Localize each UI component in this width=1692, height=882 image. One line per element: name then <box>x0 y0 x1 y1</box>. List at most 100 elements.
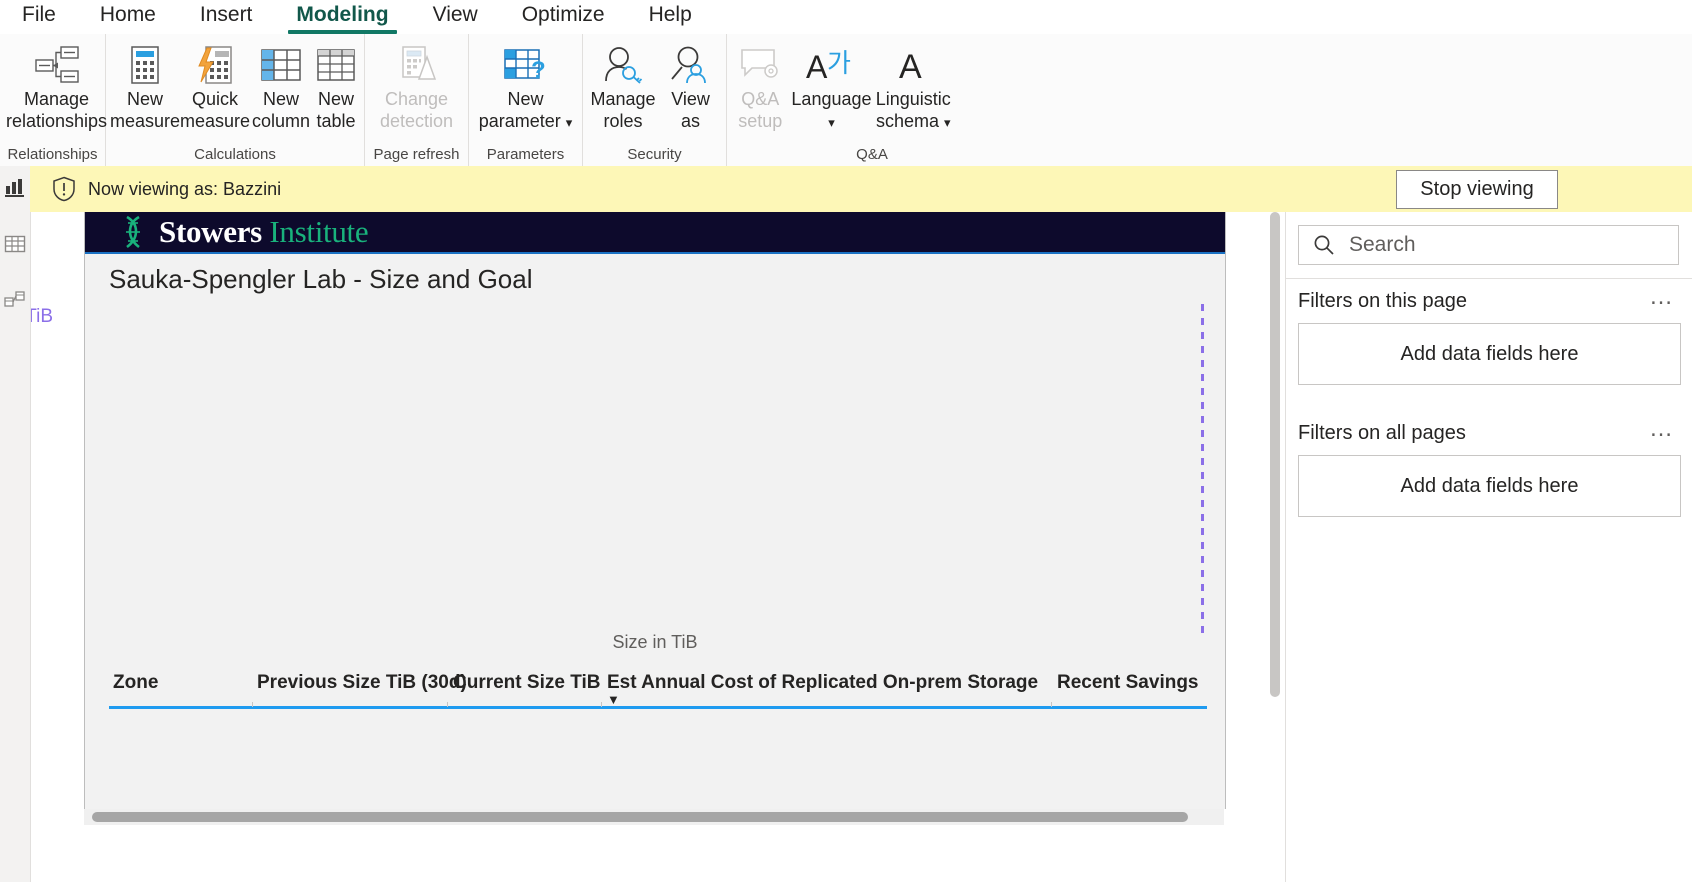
linguistic-schema-button[interactable]: A Linguistic schema ▾ <box>874 40 953 132</box>
manage-relationships-icon <box>34 42 79 88</box>
chevron-down-icon[interactable]: ▾ <box>566 115 573 130</box>
ribbon-tab-help[interactable]: Help <box>627 0 714 34</box>
new-table-button[interactable]: New table <box>312 40 360 132</box>
canvas-horizontal-scrollbar-thumb[interactable] <box>92 812 1188 822</box>
sidebar-item-report-view[interactable] <box>3 176 27 200</box>
qna-setup-label-line2: setup <box>738 111 783 131</box>
manage-roles-icon <box>602 42 644 88</box>
view-as-label-line1: View <box>671 89 710 109</box>
new-measure-button[interactable]: New measure <box>110 40 180 132</box>
report-brand-text: Stowers Institute <box>159 214 369 250</box>
stop-viewing-button[interactable]: Stop viewing <box>1396 170 1558 209</box>
new-parameter-label-line2-text: parameter <box>478 111 561 131</box>
table-column-header-current-size[interactable]: Current Size TiB <box>453 664 600 694</box>
table-column-header-zone[interactable]: Zone <box>113 664 158 694</box>
new-measure-label-line2: measure <box>109 111 181 131</box>
svg-text:A: A <box>806 49 828 84</box>
view-as-warning-text: Now viewing as: Bazzini <box>88 178 282 199</box>
page-title: Sauka-Spengler Lab - Size and Goal <box>109 264 533 294</box>
left-navigation-bar <box>0 166 31 882</box>
svg-text:A: A <box>899 48 922 84</box>
sort-descending-icon[interactable]: ▼ <box>607 693 1038 706</box>
filters-on-all-pages-dropzone[interactable]: Add data fields here <box>1298 455 1681 517</box>
column-divider[interactable] <box>252 702 253 707</box>
table-column-header-previous-size[interactable]: Previous Size TiB (30d) <box>257 664 467 694</box>
new-parameter-label-line2: parameter ▾ <box>479 110 573 132</box>
ribbon-tab-optimize[interactable]: Optimize <box>500 0 627 34</box>
ribbon-group-label-page-refresh: Page refresh <box>373 146 460 163</box>
dna-helix-icon <box>119 215 149 249</box>
search-icon <box>1313 234 1335 256</box>
qna-setup-icon <box>740 42 780 88</box>
new-column-label-line1: New <box>263 89 300 109</box>
change-detection-label-line2: detection <box>379 111 454 131</box>
filters-on-this-page-header: Filters on this page … <box>1298 279 1681 323</box>
canvas-vertical-scrollbar[interactable] <box>1268 212 1282 882</box>
change-detection-icon <box>397 42 437 88</box>
new-measure-icon <box>131 42 159 88</box>
ribbon-body: Manage relationships Relationships New m… <box>0 34 1692 167</box>
more-options-icon[interactable]: … <box>1643 417 1681 446</box>
new-table-label-line1: New <box>318 89 355 109</box>
report-canvas-area: Stowers Institute Sauka-Spengler Lab - S… <box>31 212 1284 882</box>
chevron-down-icon[interactable]: ▾ <box>944 115 951 130</box>
search-input[interactable]: Search <box>1298 225 1679 265</box>
qna-setup-button[interactable]: Q&A setup <box>731 40 789 132</box>
linguistic-schema-label-line1: Linguistic <box>875 89 951 109</box>
new-table-icon <box>317 42 355 88</box>
chevron-down-icon[interactable]: ▾ <box>828 115 835 130</box>
table-column-header-est-annual-cost[interactable]: Est Annual Cost of Replicated On-prem St… <box>607 664 1038 706</box>
new-column-label-line2: column <box>252 111 311 131</box>
svg-text:가: 가 <box>827 49 851 79</box>
ribbon-group-qna: Q&A setup A 가 Language ▾ A Linguistic sc… <box>727 34 957 166</box>
linguistic-schema-label-line2-text: schema <box>875 111 939 131</box>
bar-chart-icon <box>5 179 24 197</box>
canvas-horizontal-scrollbar[interactable] <box>84 809 1224 825</box>
sidebar-item-data-view[interactable] <box>3 232 27 256</box>
table-header-row: Zone Previous Size TiB (30d) Current Siz… <box>109 664 1207 709</box>
new-parameter-button[interactable]: ? New parameter ▾ <box>473 40 578 132</box>
ribbon-group-label-relationships: Relationships <box>7 146 98 163</box>
column-divider[interactable] <box>447 702 448 707</box>
goal-line-label: Goal 40 TiB <box>31 306 53 327</box>
new-table-label-line2: table <box>316 111 356 131</box>
ribbon-tab-insert[interactable]: Insert <box>178 0 275 34</box>
filters-on-this-page-section: Filters on this page … Add data fields h… <box>1286 279 1692 385</box>
goal-constant-line <box>1201 304 1204 638</box>
view-as-button[interactable]: View as <box>659 40 722 132</box>
column-divider[interactable] <box>601 702 602 707</box>
ribbon-tab-view[interactable]: View <box>411 0 500 34</box>
manage-relationships-label-line2: relationships <box>6 111 108 131</box>
svg-text:?: ? <box>531 57 546 84</box>
brand-name-secondary: Institute <box>269 214 369 249</box>
filters-search-zone: Search <box>1286 212 1692 279</box>
change-detection-button[interactable]: Change detection <box>369 40 464 132</box>
language-button[interactable]: A 가 Language ▾ <box>789 40 873 132</box>
manage-roles-label-line1: Manage <box>590 89 656 109</box>
more-options-icon[interactable]: … <box>1643 285 1681 314</box>
quick-measure-button[interactable]: Quick measure <box>180 40 250 132</box>
sidebar-item-model-view[interactable] <box>3 288 27 312</box>
canvas-vertical-scrollbar-thumb[interactable] <box>1270 212 1280 697</box>
filters-on-this-page-dropzone[interactable]: Add data fields here <box>1298 323 1681 385</box>
language-label-line1: Language <box>791 89 872 109</box>
quick-measure-label-line2: measure <box>179 111 251 131</box>
language-icon: A 가 <box>805 42 857 88</box>
search-input-placeholder: Search <box>1349 233 1416 256</box>
ribbon-tab-file[interactable]: File <box>0 0 78 34</box>
filters-on-all-pages-section: Filters on all pages … Add data fields h… <box>1286 411 1692 517</box>
manage-roles-button[interactable]: Manage roles <box>587 40 659 132</box>
new-parameter-label-line1: New <box>507 89 544 109</box>
new-column-button[interactable]: New column <box>250 40 312 132</box>
view-as-warning-bar: Now viewing as: Bazzini Stop viewing <box>30 166 1692 212</box>
ribbon-tab-modeling[interactable]: Modeling <box>274 0 410 34</box>
linguistic-schema-icon: A <box>893 42 933 88</box>
model-relationships-icon <box>4 291 25 307</box>
ribbon-tab-home[interactable]: Home <box>78 0 178 34</box>
table-column-header-recent-savings[interactable]: Recent Savings <box>1057 664 1199 694</box>
filters-on-this-page-title: Filters on this page <box>1298 289 1467 312</box>
qna-setup-label-line1: Q&A <box>741 89 780 109</box>
manage-relationships-button[interactable]: Manage relationships <box>4 40 109 132</box>
column-divider[interactable] <box>1051 702 1052 707</box>
table-visual[interactable]: Zone Previous Size TiB (30d) Current Siz… <box>109 664 1207 809</box>
